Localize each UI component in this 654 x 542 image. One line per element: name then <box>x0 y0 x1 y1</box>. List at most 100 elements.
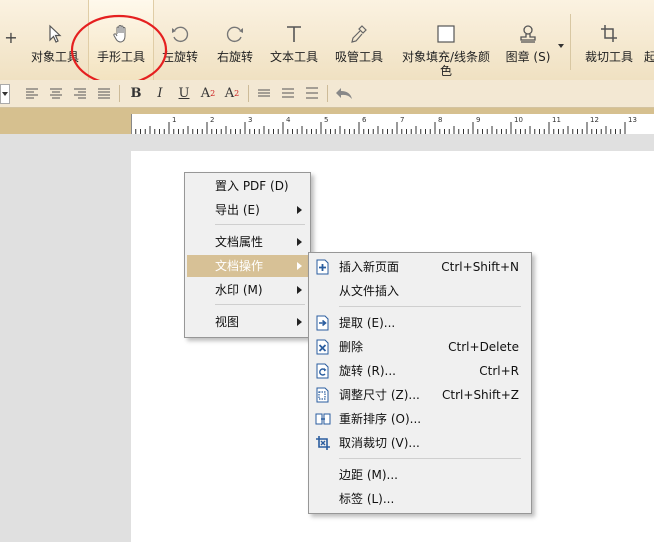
menu-item-label: 置入 PDF (D) <box>215 179 289 193</box>
ruler-label: 3 <box>248 116 252 124</box>
submenu-item-label: 边距 (M)... <box>339 468 398 482</box>
line-spacing-1-button[interactable] <box>254 83 274 103</box>
menu-item-watermark[interactable]: 水印 (M) <box>187 279 308 301</box>
ruler-label: 2 <box>210 116 214 124</box>
ruler-label: 10 <box>514 116 523 124</box>
submenu-arrow-icon <box>297 286 302 294</box>
submenu-item-label: 提取 (E)... <box>339 316 396 330</box>
subscript-mark: 2 <box>234 88 240 98</box>
submenu-item-shortcut: Ctrl+R <box>479 364 519 378</box>
subscript-button[interactable]: A2 <box>222 83 242 103</box>
subscript-label: A <box>224 85 235 101</box>
italic-button[interactable]: I <box>150 83 170 103</box>
format-separator <box>327 85 328 102</box>
extract-page-icon <box>316 315 329 331</box>
menu-item-view[interactable]: 视图 <box>187 311 308 333</box>
format-separator <box>248 85 249 102</box>
submenu-arrow-icon <box>297 262 302 270</box>
submenu-item-label: 重新排序 (O)... <box>339 412 422 426</box>
menu-item-document-operations[interactable]: 文档操作 <box>187 255 308 277</box>
align-justify-button[interactable] <box>94 83 114 103</box>
submenu-item-labels[interactable]: 标签 (L)... <box>311 488 529 510</box>
align-center-button[interactable] <box>46 83 66 103</box>
menu-separator <box>215 224 305 225</box>
chevron-down-icon <box>2 92 8 96</box>
submenu-item-extract[interactable]: 提取 (E)... <box>311 312 529 334</box>
submenu-item-label: 调整尺寸 (Z)... <box>339 388 420 402</box>
menu-item-label: 水印 (M) <box>215 283 263 297</box>
menu-item-place-pdf[interactable]: 置入 PDF (D) <box>187 175 308 197</box>
ruler-label: 5 <box>324 116 328 124</box>
context-menu: 置入 PDF (D) 导出 (E) 文档属性 文档操作 水印 (M) 视图 <box>184 172 311 338</box>
ruler-ticks: 1 2 3 4 5 6 7 8 9 10 11 12 13 <box>135 116 637 134</box>
ruler-label: 12 <box>590 116 599 124</box>
undo-button[interactable] <box>334 83 354 103</box>
line-spacing-icon <box>258 89 270 97</box>
menu-item-label: 视图 <box>215 315 240 329</box>
ruler-label: 11 <box>552 116 561 124</box>
ruler-label: 6 <box>362 116 367 124</box>
align-left-icon <box>26 88 38 99</box>
annotation-circle <box>70 14 168 86</box>
menu-item-label: 导出 (E) <box>215 203 260 217</box>
horizontal-ruler[interactable]: 1 2 3 4 5 6 7 8 9 10 11 12 13 <box>131 114 654 135</box>
submenu-item-reorder[interactable]: 重新排序 (O)... <box>311 408 529 430</box>
document-operations-submenu: 插入新页面 Ctrl+Shift+N 从文件插入 提取 (E)... 删除 Ct… <box>308 252 532 514</box>
submenu-arrow-icon <box>297 238 302 246</box>
ruler-label: 4 <box>286 116 291 124</box>
bold-button[interactable]: B <box>126 83 146 103</box>
delete-page-icon <box>316 339 329 355</box>
submenu-item-margins[interactable]: 边距 (M)... <box>311 464 529 486</box>
ruler-label: 8 <box>438 116 442 124</box>
submenu-item-label: 旋转 (R)... <box>339 364 396 378</box>
underline-button[interactable]: U <box>174 83 194 103</box>
line-spacing-3-button[interactable] <box>302 83 322 103</box>
menu-item-document-properties[interactable]: 文档属性 <box>187 231 308 253</box>
font-size-dropdown-partial[interactable] <box>0 84 10 104</box>
rotate-page-icon <box>316 363 329 379</box>
ruler-label: 13 <box>628 116 637 124</box>
menu-item-label: 文档操作 <box>215 259 264 273</box>
ruler-label: 7 <box>400 116 404 124</box>
submenu-item-label: 插入新页面 <box>339 260 400 274</box>
submenu-arrow-icon <box>297 206 302 214</box>
submenu-item-insert-new-page[interactable]: 插入新页面 Ctrl+Shift+N <box>311 256 529 278</box>
undo-arrow-icon <box>336 88 352 99</box>
align-right-icon <box>74 88 86 99</box>
superscript-label: A <box>200 85 211 101</box>
submenu-item-rotate[interactable]: 旋转 (R)... Ctrl+R <box>311 360 529 382</box>
submenu-item-uncrop[interactable]: 取消裁切 (V)... <box>311 432 529 454</box>
align-left-button[interactable] <box>22 83 42 103</box>
reorder-pages-icon <box>315 413 331 425</box>
submenu-item-label: 删除 <box>339 340 364 354</box>
menu-separator <box>339 306 521 307</box>
line-spacing-2-button[interactable] <box>278 83 298 103</box>
resize-page-icon <box>316 387 329 403</box>
menu-item-export[interactable]: 导出 (E) <box>187 199 308 221</box>
menu-separator <box>215 304 305 305</box>
submenu-item-label: 从文件插入 <box>339 284 400 298</box>
superscript-button[interactable]: A2 <box>198 83 218 103</box>
submenu-item-insert-from-file[interactable]: 从文件插入 <box>311 280 529 302</box>
submenu-item-shortcut: Ctrl+Shift+Z <box>442 388 519 402</box>
format-separator <box>119 85 120 102</box>
submenu-arrow-icon <box>297 318 302 326</box>
submenu-item-shortcut: Ctrl+Shift+N <box>441 260 519 274</box>
submenu-item-resize[interactable]: 调整尺寸 (Z)... Ctrl+Shift+Z <box>311 384 529 406</box>
ruler-label: 1 <box>172 116 176 124</box>
line-spacing-icon <box>306 87 318 99</box>
ruler-bar: 1 2 3 4 5 6 7 8 9 10 11 12 13 <box>0 108 654 135</box>
superscript-mark: 2 <box>210 88 216 98</box>
submenu-item-label: 取消裁切 (V)... <box>339 436 420 450</box>
menu-item-label: 文档属性 <box>215 235 264 249</box>
menu-separator <box>339 458 521 459</box>
align-right-button[interactable] <box>70 83 90 103</box>
align-justify-icon <box>98 88 110 99</box>
submenu-item-delete[interactable]: 删除 Ctrl+Delete <box>311 336 529 358</box>
uncrop-icon <box>316 436 330 450</box>
line-spacing-icon <box>282 88 294 98</box>
align-center-icon <box>50 88 62 99</box>
ruler-label: 9 <box>476 116 480 124</box>
insert-page-icon <box>316 259 329 275</box>
format-toolbar: B I U A2 A2 <box>0 80 654 108</box>
